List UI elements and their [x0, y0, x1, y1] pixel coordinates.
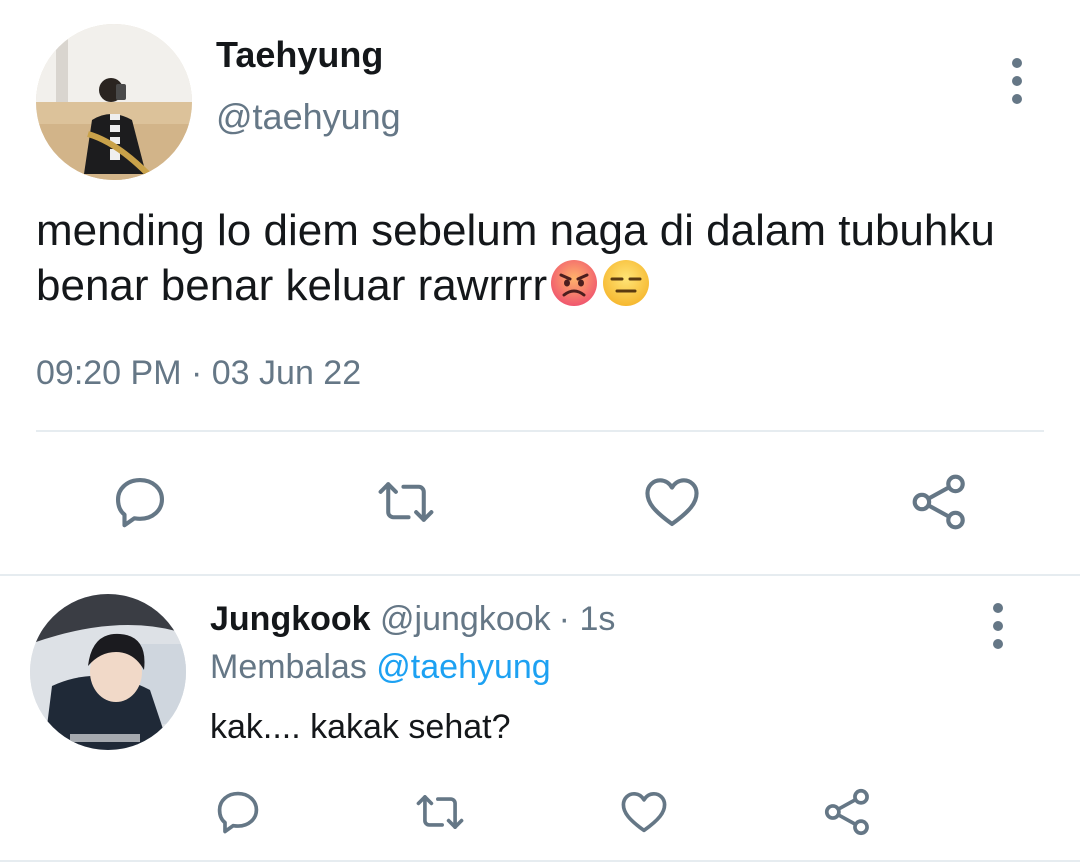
reply-icon[interactable] — [208, 782, 268, 842]
avatar-taehyung[interactable] — [36, 24, 192, 180]
like-icon[interactable] — [636, 466, 708, 538]
avatar-image — [30, 594, 186, 750]
retweet-icon[interactable] — [410, 782, 470, 842]
divider — [0, 574, 1080, 576]
reply-age: 1s — [579, 600, 616, 638]
reply-header: Jungkook @jungkook · 1s — [210, 600, 615, 639]
reply-meta-separator: · — [558, 600, 570, 638]
angry-face-emoji — [549, 258, 599, 321]
expressionless-face-emoji — [601, 258, 651, 321]
replying-to: Membalas @taehyung — [210, 648, 551, 687]
user-handle[interactable]: @taehyung — [216, 96, 401, 138]
replying-prefix: Membalas — [210, 648, 367, 686]
more-options-icon[interactable] — [1010, 58, 1024, 104]
tweet-date: 03 Jun 22 — [211, 354, 362, 392]
reply-display-name[interactable]: Jungkook — [210, 600, 371, 638]
retweet-icon[interactable] — [370, 466, 442, 538]
avatar-jungkook[interactable] — [30, 594, 186, 750]
share-icon[interactable] — [818, 782, 878, 842]
like-icon[interactable] — [614, 782, 674, 842]
tweet-text: mending lo diem sebelum naga di dalam tu… — [36, 204, 1046, 321]
divider — [0, 860, 1080, 862]
tweet-timestamp: 09:20 PM · 03 Jun 22 — [36, 354, 361, 393]
tweet-text-content: mending lo diem sebelum naga di dalam tu… — [36, 206, 995, 310]
replying-mention-link[interactable]: @taehyung — [376, 648, 550, 686]
avatar-image — [36, 24, 192, 180]
reply-user-handle[interactable]: @jungkook — [380, 600, 551, 638]
tweet-time: 09:20 PM — [36, 354, 182, 392]
share-icon[interactable] — [904, 466, 976, 538]
meta-separator: · — [190, 354, 203, 392]
display-name[interactable]: Taehyung — [216, 34, 383, 76]
reply-text: kak.... kakak sehat? — [210, 708, 511, 746]
more-options-icon[interactable] — [991, 603, 1005, 649]
reply-icon[interactable] — [104, 466, 176, 538]
divider — [36, 430, 1044, 432]
